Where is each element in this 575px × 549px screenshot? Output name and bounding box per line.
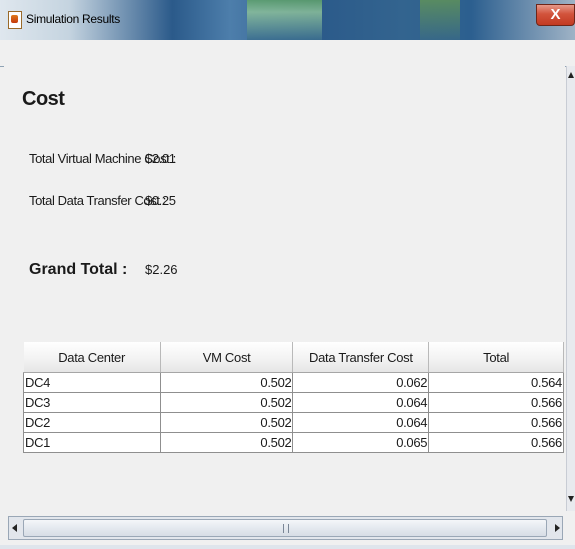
table-row[interactable]: DC4 0.502 0.062 0.564 (23, 372, 564, 393)
table-header-row: Data Center VM Cost Data Transfer Cost T… (23, 342, 564, 373)
simulation-results-window: Simulation Results X Cost Total Virtual … (0, 0, 575, 549)
vertical-scrollbar[interactable] (566, 66, 575, 511)
table-row[interactable]: DC2 0.502 0.064 0.566 (23, 412, 564, 433)
scroll-down-arrow-icon[interactable] (568, 496, 574, 502)
cell-total[interactable]: 0.566 (428, 432, 564, 453)
cell-vm-cost[interactable]: 0.502 (159, 432, 294, 453)
cost-table: Data Center VM Cost Data Transfer Cost T… (23, 342, 564, 453)
cell-transfer-cost[interactable]: 0.064 (292, 412, 430, 433)
scroll-left-arrow-icon[interactable] (12, 524, 17, 532)
cell-transfer-cost[interactable]: 0.065 (292, 432, 430, 453)
title-bar[interactable]: Simulation Results X (0, 0, 575, 40)
cell-vm-cost[interactable]: 0.502 (159, 392, 294, 413)
scroll-up-arrow-icon[interactable] (568, 72, 574, 78)
scroll-right-arrow-icon[interactable] (555, 524, 560, 532)
cell-data-center[interactable]: DC4 (23, 372, 161, 393)
table-row[interactable]: DC3 0.502 0.064 0.566 (23, 392, 564, 413)
title-bar-decoration (247, 0, 322, 40)
java-app-icon (8, 11, 22, 29)
window-title: Simulation Results (26, 12, 120, 26)
column-header-total[interactable]: Total (428, 342, 564, 373)
grand-total-label: Grand Total : (29, 261, 128, 278)
close-button[interactable]: X (536, 4, 575, 26)
horizontal-scroll-thumb[interactable] (23, 519, 547, 537)
cell-transfer-cost[interactable]: 0.064 (292, 392, 430, 413)
cell-vm-cost[interactable]: 0.502 (159, 412, 294, 433)
cell-data-center[interactable]: DC2 (23, 412, 161, 433)
cell-data-center[interactable]: DC1 (23, 432, 161, 453)
column-header-data-center[interactable]: Data Center (23, 342, 161, 373)
window-bottom-border (0, 545, 575, 549)
cell-total[interactable]: 0.564 (428, 372, 564, 393)
cell-total[interactable]: 0.566 (428, 412, 564, 433)
grip-icon (283, 524, 289, 533)
horizontal-scrollbar[interactable] (8, 516, 563, 540)
cost-heading: Cost (22, 88, 65, 110)
table-row[interactable]: DC1 0.502 0.065 0.566 (23, 432, 564, 453)
cell-transfer-cost[interactable]: 0.062 (292, 372, 430, 393)
grand-total-value: $2.26 (145, 262, 178, 277)
vm-cost-value: $2.01 (145, 151, 176, 166)
column-header-transfer-cost[interactable]: Data Transfer Cost (292, 342, 430, 373)
column-header-vm-cost[interactable]: VM Cost (160, 342, 294, 373)
cell-vm-cost[interactable]: 0.502 (159, 372, 294, 393)
cell-data-center[interactable]: DC3 (23, 392, 161, 413)
cell-total[interactable]: 0.566 (428, 392, 564, 413)
transfer-cost-value: $0.25 (145, 193, 176, 208)
title-bar-decoration (420, 0, 460, 40)
